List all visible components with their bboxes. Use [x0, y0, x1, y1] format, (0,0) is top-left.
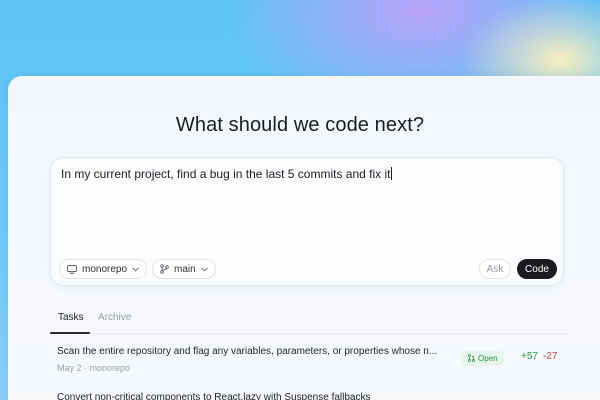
task-row[interactable]: Scan the entire repository and flag any …	[57, 346, 567, 373]
task-title: Convert non-critical components to React…	[57, 392, 371, 400]
status-badge: Open	[462, 351, 504, 366]
text-caret	[391, 167, 393, 180]
prompt-text: In my current project, find a bug in the…	[61, 167, 391, 181]
chevron-down-icon	[132, 266, 139, 272]
prompt-input[interactable]: In my current project, find a bug in the…	[61, 167, 393, 181]
prompt-composer[interactable]: In my current project, find a bug in the…	[50, 157, 564, 286]
page-title: What should we code next?	[175, 114, 425, 136]
branch-selector[interactable]: main	[152, 259, 216, 279]
ask-button[interactable]: Ask	[479, 259, 511, 279]
branch-label: main	[174, 263, 196, 275]
tab-archive[interactable]: Archive	[98, 312, 131, 323]
tab-tasks[interactable]: Tasks	[58, 312, 84, 323]
chevron-down-icon	[200, 266, 208, 272]
monitor-icon	[67, 264, 77, 274]
additions-count: +57	[521, 351, 538, 362]
task-row[interactable]: Convert non-critical components to React…	[57, 392, 567, 400]
task-tabs: Tasks Archive	[50, 312, 570, 334]
tabs-divider	[90, 333, 570, 334]
git-branch-icon	[160, 264, 169, 274]
status-label: Open	[478, 354, 498, 363]
repo-selector[interactable]: monorepo	[59, 259, 147, 279]
code-button[interactable]: Code	[517, 259, 557, 279]
deletions-count: -27	[543, 351, 558, 362]
active-tab-indicator	[50, 332, 90, 334]
pull-request-icon	[468, 353, 475, 364]
repo-label: monorepo	[82, 263, 128, 275]
